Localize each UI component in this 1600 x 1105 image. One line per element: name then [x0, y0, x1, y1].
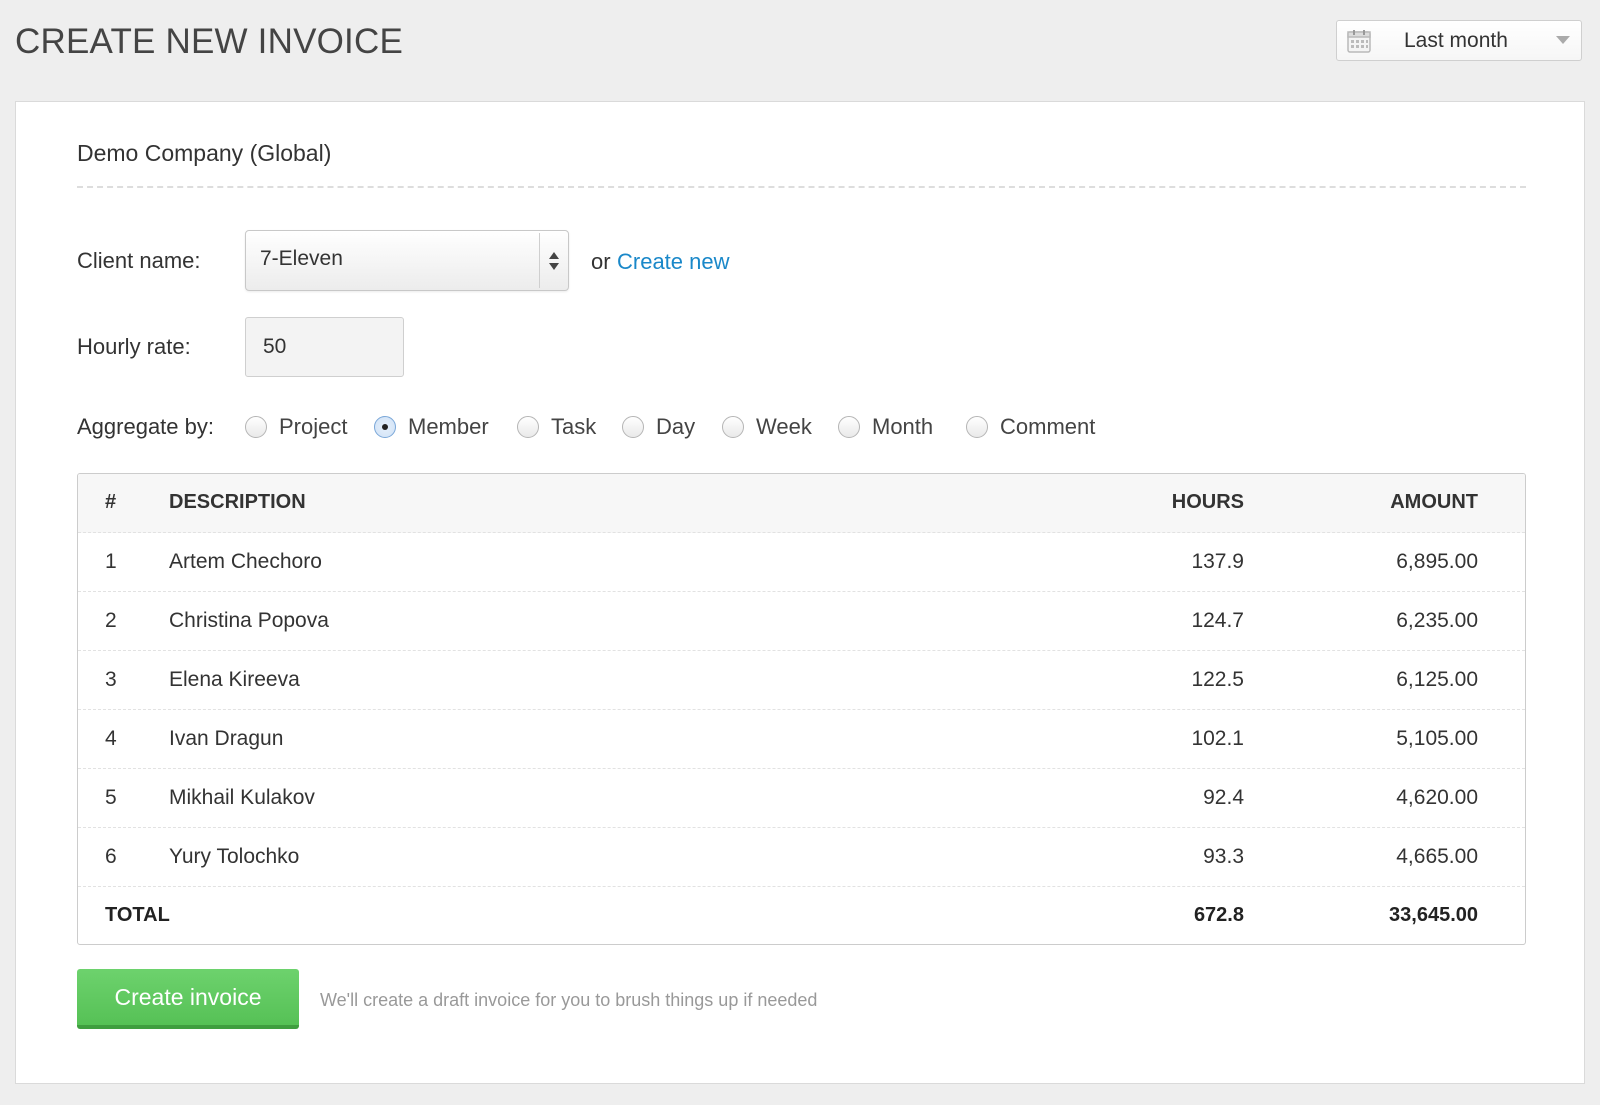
radio-label: Comment — [1000, 414, 1096, 439]
table-row: 2 Christina Popova 124.7 6,235.00 — [78, 592, 1525, 651]
row-hours: 102.1 — [1191, 727, 1244, 750]
invoice-form-card: Demo Company (Global) Client name: 7-Ele… — [15, 101, 1585, 1084]
row-description: Christina Popova — [169, 609, 329, 632]
select-separator — [539, 233, 540, 288]
radio-label: Project — [279, 414, 348, 439]
radio-project[interactable]: Project — [245, 411, 347, 443]
row-description: Elena Kireeva — [169, 668, 300, 691]
row-number: 3 — [105, 668, 117, 691]
date-range-label: Last month — [1404, 28, 1508, 52]
row-amount: 5,105.00 — [1396, 727, 1478, 750]
client-select-value: 7-Eleven — [260, 247, 343, 270]
calendar-icon — [1347, 29, 1371, 53]
radio-label: Week — [756, 414, 812, 439]
row-description: Yury Tolochko — [169, 845, 300, 868]
radio-button-selected[interactable] — [374, 416, 396, 438]
table-row: 4 Ivan Dragun 102.1 5,105.00 — [78, 710, 1525, 769]
client-select[interactable]: 7-Eleven — [245, 230, 569, 291]
column-header-number: # — [105, 491, 117, 513]
table-row: 6 Yury Tolochko 93.3 4,665.00 — [78, 828, 1525, 887]
row-hours: 137.9 — [1191, 550, 1244, 573]
row-amount: 4,620.00 — [1396, 786, 1478, 809]
row-number: 1 — [105, 550, 117, 573]
row-description: Mikhail Kulakov — [169, 786, 315, 809]
row-hours: 93.3 — [1203, 845, 1244, 868]
total-amount: 33,645.00 — [1389, 904, 1478, 926]
radio-label: Day — [656, 414, 696, 439]
table-row: 3 Elena Kireeva 122.5 6,125.00 — [78, 651, 1525, 710]
radio-member[interactable]: Member — [374, 411, 489, 443]
invoice-table: # DESCRIPTION HOURS AMOUNT 1 Artem Chech… — [77, 473, 1526, 945]
select-arrows-icon — [549, 252, 559, 270]
radio-task[interactable]: Task — [517, 411, 596, 443]
hourly-rate-label: Hourly rate: — [77, 334, 191, 359]
radio-label: Task — [551, 414, 597, 439]
row-number: 4 — [105, 727, 117, 750]
radio-button[interactable] — [966, 416, 988, 438]
row-hours: 122.5 — [1191, 668, 1244, 691]
table-row: 1 Artem Chechoro 137.9 6,895.00 — [78, 533, 1525, 592]
table-header-row: # DESCRIPTION HOURS AMOUNT — [78, 474, 1525, 533]
total-label: TOTAL — [105, 904, 170, 926]
row-number: 6 — [105, 845, 117, 868]
table-row: 5 Mikhail Kulakov 92.4 4,620.00 — [78, 769, 1525, 828]
column-header-amount: AMOUNT — [1390, 491, 1478, 513]
divider — [77, 186, 1526, 188]
row-hours: 92.4 — [1203, 786, 1244, 809]
radio-week[interactable]: Week — [722, 411, 812, 443]
radio-button[interactable] — [622, 416, 644, 438]
row-number: 2 — [105, 609, 117, 632]
row-description: Artem Chechoro — [169, 550, 322, 573]
radio-button[interactable] — [722, 416, 744, 438]
row-amount: 6,235.00 — [1396, 609, 1478, 632]
total-hours: 672.8 — [1193, 904, 1244, 926]
radio-label: Member — [408, 414, 489, 439]
date-range-dropdown[interactable]: Last month — [1336, 20, 1582, 61]
column-header-hours: HOURS — [1171, 491, 1244, 513]
radio-button[interactable] — [517, 416, 539, 438]
radio-label: Month — [872, 414, 934, 439]
page-title: CREATE NEW INVOICE — [15, 22, 403, 61]
radio-day[interactable]: Day — [622, 411, 695, 443]
row-number: 5 — [105, 786, 117, 809]
row-amount: 6,895.00 — [1396, 550, 1478, 573]
create-invoice-button[interactable]: Create invoice — [77, 969, 299, 1029]
radio-comment[interactable]: Comment — [966, 411, 1095, 443]
column-header-description: DESCRIPTION — [169, 491, 306, 513]
company-name: Demo Company (Global) — [77, 140, 332, 166]
client-name-label: Client name: — [77, 248, 201, 273]
row-amount: 6,125.00 — [1396, 668, 1478, 691]
or-text: or — [591, 249, 611, 274]
create-new-client-link[interactable]: Create new — [617, 249, 730, 275]
radio-month[interactable]: Month — [838, 411, 933, 443]
radio-button[interactable] — [838, 416, 860, 438]
chevron-down-icon — [1556, 36, 1570, 44]
row-amount: 4,665.00 — [1396, 845, 1478, 868]
hourly-rate-input[interactable] — [245, 317, 404, 377]
row-hours: 124.7 — [1191, 609, 1244, 632]
radio-button[interactable] — [245, 416, 267, 438]
aggregate-by-label: Aggregate by: — [77, 414, 214, 439]
row-description: Ivan Dragun — [169, 727, 284, 750]
draft-hint-text: We'll create a draft invoice for you to … — [320, 990, 818, 1010]
table-total-row: TOTAL 672.8 33,645.00 — [78, 887, 1525, 944]
